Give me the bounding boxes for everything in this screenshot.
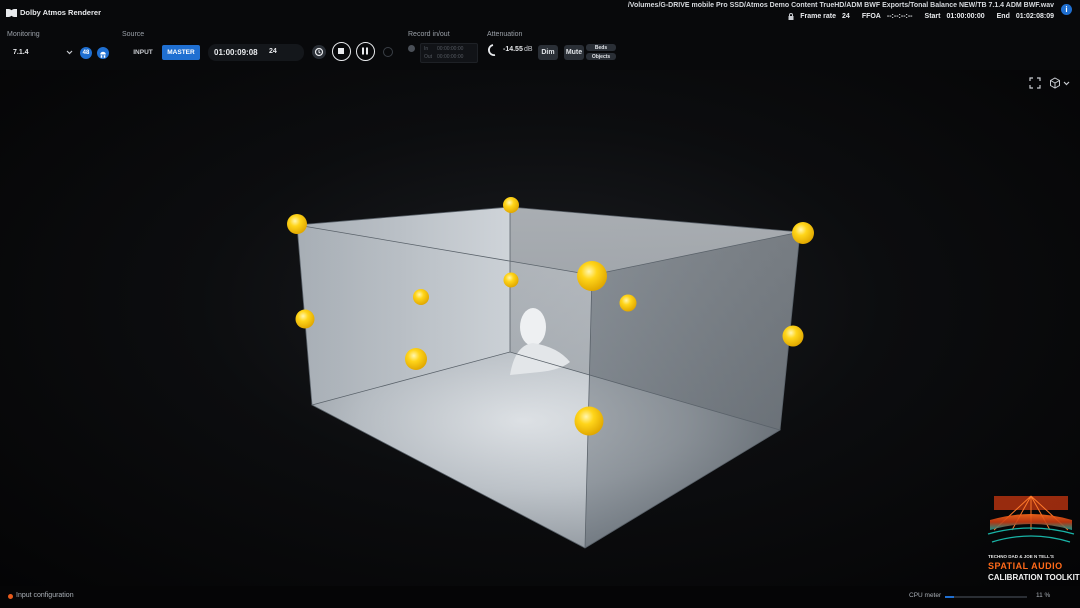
- attenuation-label: Attenuation: [487, 31, 523, 38]
- speaker-object: [577, 261, 607, 291]
- ffoa-label: FFOA: [861, 13, 881, 20]
- end-label: End: [996, 13, 1010, 20]
- input-config-status-dot: [8, 594, 13, 599]
- speaker-object: [574, 406, 604, 436]
- timecode-field[interactable]: 01:00:09:08 24: [208, 44, 304, 61]
- watermark-logo: TECHNO DAD & JOE N TELL'S SPATIAL AUDIO …: [984, 490, 1080, 586]
- speaker-object: [782, 325, 804, 347]
- room-front-wall: [297, 225, 592, 548]
- room-scene: [287, 197, 814, 549]
- binaural-icon[interactable]: [97, 47, 109, 59]
- dolby-logo-icon: [6, 8, 17, 17]
- lock-icon: [788, 13, 794, 20]
- start-value: 01:00:00:00: [946, 13, 985, 20]
- watermark-line3: CALIBRATION TOOLKIT: [988, 573, 1080, 582]
- monitoring-label: Monitoring: [7, 31, 40, 38]
- frame-rate-label: Frame rate: [800, 13, 837, 20]
- file-path: /Volumes/G-DRIVE mobile Pro SSD/Atmos De…: [627, 2, 1054, 9]
- beds-toggle[interactable]: Beds: [586, 44, 616, 51]
- speaker-object: [405, 348, 427, 370]
- source-label: Source: [122, 31, 145, 38]
- watermark-line2: SPATIAL AUDIO: [988, 561, 1063, 571]
- cpu-meter-fill: [945, 596, 955, 598]
- master-button[interactable]: MASTER: [162, 45, 200, 60]
- return-to-start-button[interactable]: [312, 45, 326, 59]
- frame-rate-value: 24: [842, 13, 850, 20]
- dim-button[interactable]: Dim: [538, 45, 558, 60]
- app-title: Dolby Atmos Renderer: [20, 8, 101, 17]
- record-label: Record in/out: [408, 31, 450, 38]
- mute-button[interactable]: Mute: [564, 45, 584, 60]
- speaker-object: [413, 289, 429, 305]
- attenuation-knob-icon[interactable]: [486, 43, 497, 57]
- monitoring-value: 7.1.4: [13, 49, 29, 56]
- pause-icon: [362, 47, 368, 55]
- stop-icon: [338, 48, 344, 54]
- record-in-label: In: [424, 46, 429, 52]
- attenuation-unit: dB: [524, 46, 533, 53]
- chevron-down-icon: [66, 50, 73, 55]
- pause-button[interactable]: [356, 42, 375, 61]
- top-bar: Dolby Atmos Renderer /Volumes/G-DRIVE mo…: [0, 0, 1080, 70]
- status-bar: Input configuration CPU meter 11 %: [0, 586, 1080, 608]
- status-row: Frame rate 24 FFOA --:--:--:-- Start 01:…: [788, 13, 1054, 20]
- attenuation-value: -14.55: [503, 46, 523, 53]
- speaker-object: [792, 222, 814, 244]
- speaker-object: [295, 309, 315, 329]
- speaker-object: [287, 214, 307, 234]
- history-icon: [314, 47, 324, 57]
- fps-value: 24: [269, 48, 277, 55]
- cpu-meter-track: [945, 596, 1027, 598]
- ffoa-value: --:--:--:--: [886, 13, 913, 20]
- end-value: 01:02:08:09: [1015, 13, 1054, 20]
- start-label: Start: [924, 13, 941, 20]
- spatial-audio-logo-icon: [987, 495, 1075, 543]
- record-arm-toggle[interactable]: [408, 45, 415, 52]
- monitoring-select[interactable]: 7.1.4: [7, 45, 73, 60]
- record-in-value: 00:00:00:00: [437, 46, 464, 52]
- app-logo: Dolby Atmos Renderer: [6, 8, 101, 17]
- object-viewport[interactable]: TECHNO DAD & JOE N TELL'S SPATIAL AUDIO …: [0, 70, 1080, 586]
- input-configuration-link[interactable]: Input configuration: [16, 592, 74, 599]
- info-icon[interactable]: i: [1061, 4, 1072, 15]
- record-button[interactable]: [383, 47, 393, 57]
- speaker-object: [619, 294, 637, 312]
- cpu-meter-value: 11 %: [1036, 592, 1051, 599]
- watermark-line1: TECHNO DAD & JOE N TELL'S: [988, 554, 1054, 559]
- objects-toggle[interactable]: Objects: [586, 53, 616, 60]
- record-out-label: Out: [424, 54, 433, 60]
- speaker-object: [503, 272, 519, 288]
- sample-rate-badge: 48: [80, 47, 92, 59]
- timecode-value: 01:00:09:08: [214, 48, 258, 57]
- speaker-object: [503, 197, 519, 213]
- input-button[interactable]: INPUT: [126, 45, 160, 60]
- cpu-meter-label: CPU meter: [909, 592, 942, 599]
- stop-button[interactable]: [332, 42, 351, 61]
- room-right-wall: [585, 232, 800, 548]
- record-out-value: 00:00:00:00: [437, 54, 464, 60]
- record-in-out-fields[interactable]: In 00:00:00:00 Out 00:00:00:00: [420, 43, 478, 63]
